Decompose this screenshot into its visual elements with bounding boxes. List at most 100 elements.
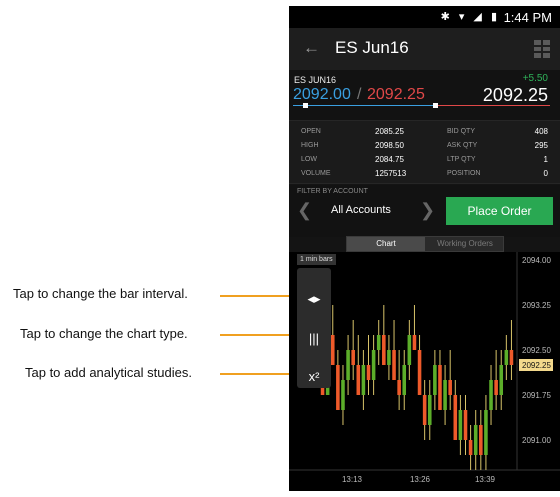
candle-body: [473, 425, 478, 455]
time-tick-label: 13:26: [410, 475, 431, 484]
stat-label: ASK QTY: [447, 142, 478, 149]
stat-value: 0: [543, 169, 548, 178]
chart-type-icon[interactable]: |||: [297, 324, 331, 354]
candle-body: [346, 350, 350, 380]
candle-body: [458, 410, 463, 440]
price-tick-label: 2091.00: [522, 436, 551, 445]
stats-row: HIGH 2098.50 ASK QTY 295: [289, 139, 560, 153]
stat-value: 2098.50: [375, 141, 404, 150]
candle-body: [479, 425, 483, 455]
candle-body: [438, 365, 442, 410]
candle-body: [417, 350, 422, 395]
price-tick-label: 2094.00: [522, 256, 551, 265]
candle-body: [402, 365, 407, 395]
stat-label: HIGH: [301, 142, 319, 149]
candle-body: [499, 365, 504, 395]
stat-label: LTP QTY: [447, 156, 476, 163]
candle-body: [448, 380, 452, 395]
time-tick-label: 13:39: [475, 475, 496, 484]
bid-range-bar: [293, 105, 435, 106]
candle-body: [361, 365, 366, 395]
stat-value: 408: [534, 127, 548, 136]
candle-body: [341, 380, 345, 410]
candle-body: [412, 335, 417, 350]
stat-value: 295: [534, 141, 548, 150]
candle-body: [443, 380, 447, 410]
quote-ask: 2092.25: [367, 86, 425, 103]
candle-body: [453, 395, 458, 440]
candle-body: [407, 335, 412, 365]
candle-body: [504, 350, 509, 365]
bar-interval-label[interactable]: 1 min bars: [297, 254, 336, 265]
quote-last: 2092.25: [482, 85, 548, 105]
price-tick-label: 2093.25: [522, 301, 551, 310]
annotation-line-studies: [220, 373, 296, 375]
quote-symbol: ES JUN16: [294, 75, 337, 85]
stats-row: OPEN 2085.25 BID QTY 408: [289, 125, 560, 139]
stats-panel: OPEN 2085.25 BID QTY 408 HIGH 2098.50 AS…: [289, 120, 560, 184]
bar-interval-icon[interactable]: ◂▸: [297, 284, 331, 314]
stat-label: OPEN: [301, 128, 321, 135]
chart-toolbar: ◂▸ ||| x²: [297, 268, 331, 388]
chevron-left-icon[interactable]: ❮: [297, 200, 312, 221]
candle-body: [433, 365, 437, 395]
candle-body: [427, 395, 432, 425]
quote-panel: ES JUN16 +5.50 2092.00 / 2092.25 2092.25: [289, 70, 560, 120]
candle-body: [397, 380, 401, 395]
stat-label: BID QTY: [447, 128, 476, 135]
annotation-bar-interval: Tap to change the bar interval.: [13, 286, 188, 301]
range-marker-right: [433, 103, 438, 108]
quote-bid: 2092.00: [293, 86, 351, 103]
candle-body: [422, 395, 427, 425]
candle-body: [336, 365, 340, 410]
annotation-chart-type: Tap to change the chart type.: [20, 326, 188, 341]
status-time: 1:44 PM: [503, 10, 552, 25]
price-tick-label: 2091.75: [522, 391, 551, 400]
stat-value: 1257513: [375, 169, 407, 178]
candle-body: [468, 440, 473, 455]
stats-row: LOW 2084.75 LTP QTY 1: [289, 153, 560, 167]
back-arrow-icon[interactable]: ←: [303, 38, 320, 58]
candle-body: [463, 410, 468, 440]
annotation-line-bar-interval: [220, 295, 296, 297]
place-order-button[interactable]: Place Order: [446, 197, 553, 225]
view-tabs: Chart Working Orders: [346, 236, 504, 252]
annotation-studies: Tap to add analytical studies.: [25, 365, 192, 380]
candle-body: [382, 335, 386, 365]
stat-label: POSITION: [447, 170, 481, 177]
candle-body: [387, 350, 391, 365]
candle-body: [509, 350, 514, 365]
stat-value: 1: [543, 155, 548, 164]
chevron-right-icon[interactable]: ❯: [420, 200, 435, 221]
filter-label: FILTER BY ACCOUNT: [297, 188, 368, 195]
tab-working-orders[interactable]: Working Orders: [426, 237, 504, 251]
candle-body: [330, 335, 335, 365]
status-bar: ✱ ▾ ◢ ▮ 1:44 PM: [289, 6, 560, 28]
price-tick-label: 2092.50: [522, 346, 551, 355]
price-tick-label: 2092.25: [522, 361, 551, 370]
stats-row: VOLUME 1257513 POSITION 0: [289, 167, 560, 181]
stat-label: LOW: [301, 156, 317, 163]
time-tick-label: 13:13: [342, 475, 363, 484]
phone-screen: ✱ ▾ ◢ ▮ 1:44 PM ← ES Jun16 ES JUN16 +5.5…: [289, 6, 560, 491]
ask-range-bar: [435, 105, 550, 106]
candle-body: [489, 380, 493, 410]
range-marker-left: [303, 103, 308, 108]
quote-change: +5.50: [522, 73, 548, 84]
annotation-line-chart-type: [220, 334, 296, 336]
tab-chart[interactable]: Chart: [347, 237, 425, 251]
quote-separator: /: [357, 86, 362, 103]
status-icons: ✱ ▾ ◢ ▮: [440, 11, 500, 23]
candle-body: [484, 410, 488, 455]
stat-value: 2085.25: [375, 127, 404, 136]
candle-body: [351, 350, 355, 365]
studies-icon[interactable]: x²: [297, 362, 331, 392]
candle-body: [356, 365, 361, 395]
app-bar: ← ES Jun16: [289, 28, 560, 70]
stat-value: 2084.75: [375, 155, 404, 164]
grid-menu-icon[interactable]: [534, 40, 550, 58]
candle-body: [366, 365, 371, 380]
stat-label: VOLUME: [301, 170, 331, 177]
candle-body: [371, 350, 376, 380]
account-selector[interactable]: All Accounts: [331, 204, 391, 216]
